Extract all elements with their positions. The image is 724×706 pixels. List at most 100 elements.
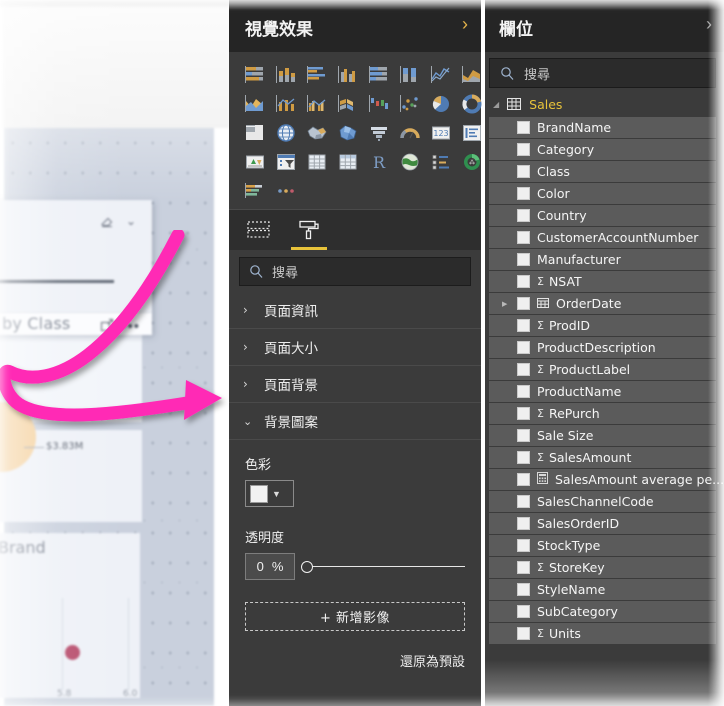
fields-search-input[interactable]: 搜尋 xyxy=(489,58,716,88)
more-options-icon[interactable]: ••• xyxy=(121,318,140,335)
field-item[interactable]: BrandName xyxy=(489,117,716,138)
field-item[interactable]: StyleName xyxy=(489,579,716,600)
stacked-bar-chart-icon[interactable] xyxy=(241,62,268,87)
field-item[interactable]: SubCategory xyxy=(489,601,716,622)
paginated-report-visual-icon[interactable] xyxy=(241,178,268,203)
field-item[interactable]: SalesChannelCode xyxy=(489,491,716,512)
chevron-right-icon[interactable]: ▶ xyxy=(502,300,507,308)
clustered-bar-chart-icon[interactable] xyxy=(303,62,330,87)
field-item[interactable]: SalesOrderID xyxy=(489,513,716,534)
field-checkbox[interactable] xyxy=(517,627,530,640)
stacked-column-chart-icon[interactable] xyxy=(272,62,299,87)
transparency-input[interactable]: 0 % xyxy=(245,553,295,580)
triangle-expanded-icon[interactable]: ◢ xyxy=(493,100,499,109)
field-checkbox[interactable] xyxy=(517,605,530,618)
field-checkbox[interactable] xyxy=(517,583,530,596)
chevron-right-icon[interactable]: › xyxy=(706,14,712,35)
report-canvas[interactable]: ⌄ ••• by Class $3.83M Brand 5.8 6.0 xyxy=(0,0,229,706)
field-item[interactable]: Σ ProdID xyxy=(489,315,716,336)
line-chart-icon[interactable] xyxy=(427,62,454,87)
field-checkbox[interactable] xyxy=(517,451,530,464)
field-checkbox[interactable] xyxy=(517,539,530,552)
field-item[interactable]: Country xyxy=(489,205,716,226)
section-wallpaper[interactable]: ⌄ 背景圖案 xyxy=(229,403,481,440)
field-checkbox[interactable] xyxy=(517,341,530,354)
arcgis-map-visual-icon[interactable] xyxy=(396,149,423,174)
slicer-visual-icon[interactable] xyxy=(272,149,299,174)
field-item[interactable]: CustomerAccountNumber xyxy=(489,227,716,248)
field-checkbox[interactable] xyxy=(517,143,530,156)
report-visual-scatter-card[interactable] xyxy=(0,533,140,698)
donut-chart-icon[interactable] xyxy=(458,91,485,116)
clustered-column-chart-icon[interactable] xyxy=(334,62,361,87)
table-node-sales[interactable]: ◢ Sales xyxy=(485,93,724,115)
field-checkbox[interactable] xyxy=(517,275,530,288)
field-item[interactable]: Σ NSAT xyxy=(489,271,716,292)
chevron-down-icon[interactable]: ⌄ xyxy=(126,214,136,228)
field-item[interactable]: StockType xyxy=(489,535,716,556)
field-item[interactable]: Σ Units xyxy=(489,623,716,644)
table-visual-icon[interactable] xyxy=(303,149,330,174)
section-page-information[interactable]: › 頁面資訊 xyxy=(229,292,481,329)
add-image-button[interactable]: + 新增影像 xyxy=(245,602,465,631)
field-checkbox[interactable] xyxy=(517,319,530,332)
transparency-slider-track[interactable] xyxy=(301,561,465,573)
field-checkbox[interactable] xyxy=(517,363,530,376)
filled-map-chart-icon[interactable] xyxy=(303,120,330,145)
field-item[interactable]: Category xyxy=(489,139,716,160)
100-percent-stacked-column-chart-icon[interactable] xyxy=(396,62,423,87)
decomposition-tree-visual-icon[interactable]: ⁂ xyxy=(458,149,485,174)
field-item[interactable]: Class xyxy=(489,161,716,182)
matrix-visual-icon[interactable] xyxy=(334,149,361,174)
field-checkbox[interactable] xyxy=(517,495,530,508)
funnel-chart-icon[interactable] xyxy=(365,120,392,145)
key-influencers-visual-icon[interactable] xyxy=(427,149,454,174)
format-tab[interactable] xyxy=(291,210,327,250)
revert-to-default-link[interactable]: 還原為預設 xyxy=(245,651,465,670)
stacked-area-chart-icon[interactable] xyxy=(241,91,268,116)
field-item[interactable]: Σ ProductLabel xyxy=(489,359,716,380)
map-chart-icon[interactable] xyxy=(272,120,299,145)
field-item[interactable]: Sale Size xyxy=(489,425,716,446)
card-visual-icon[interactable]: 123 xyxy=(427,120,454,145)
shape-map-chart-icon[interactable] xyxy=(334,120,361,145)
field-item[interactable]: ▶ OrderDate xyxy=(489,293,716,314)
scatter-data-point[interactable] xyxy=(65,645,80,660)
field-checkbox[interactable] xyxy=(517,231,530,244)
scatter-chart-icon[interactable] xyxy=(396,91,423,116)
kpi-visual-icon[interactable] xyxy=(241,149,268,174)
ribbon-chart-icon[interactable] xyxy=(334,91,361,116)
field-checkbox[interactable] xyxy=(517,385,530,398)
field-checkbox[interactable] xyxy=(517,407,530,420)
100-percent-stacked-bar-chart-icon[interactable] xyxy=(365,62,392,87)
slicer-track[interactable] xyxy=(0,280,114,283)
format-search-input[interactable]: 搜尋 xyxy=(239,257,471,286)
field-checkbox[interactable] xyxy=(517,517,530,530)
waterfall-chart-icon[interactable] xyxy=(365,91,392,116)
field-checkbox[interactable] xyxy=(517,253,530,266)
area-chart-icon[interactable] xyxy=(458,62,485,87)
field-checkbox[interactable] xyxy=(517,473,530,486)
field-checkbox[interactable] xyxy=(517,561,530,574)
field-checkbox[interactable] xyxy=(517,209,530,222)
field-item[interactable]: SalesAmount average pe... xyxy=(489,469,724,490)
chevron-right-icon[interactable]: › xyxy=(462,14,468,35)
transparency-slider-knob[interactable] xyxy=(301,561,313,573)
fields-build-tab[interactable] xyxy=(247,210,271,250)
line-and-stacked-column-chart-icon[interactable] xyxy=(272,91,299,116)
treemap-chart-icon[interactable] xyxy=(241,120,268,145)
gauge-chart-icon[interactable] xyxy=(396,120,423,145)
field-item[interactable]: ProductDescription xyxy=(489,337,716,358)
field-item[interactable]: Manufacturer xyxy=(489,249,716,270)
field-checkbox[interactable] xyxy=(517,297,530,310)
focus-mode-icon[interactable] xyxy=(100,318,114,332)
field-item[interactable]: Σ SalesAmount xyxy=(489,447,716,468)
field-checkbox[interactable] xyxy=(517,121,530,134)
line-and-clustered-column-chart-icon[interactable] xyxy=(303,91,330,116)
field-item[interactable]: Σ StoreKey xyxy=(489,557,716,578)
section-page-size[interactable]: › 頁面大小 xyxy=(229,329,481,366)
field-item[interactable]: ProductName xyxy=(489,381,716,402)
more-options-icon[interactable] xyxy=(272,178,299,203)
r-script-visual-icon[interactable]: R xyxy=(365,149,392,174)
field-checkbox[interactable] xyxy=(517,187,530,200)
